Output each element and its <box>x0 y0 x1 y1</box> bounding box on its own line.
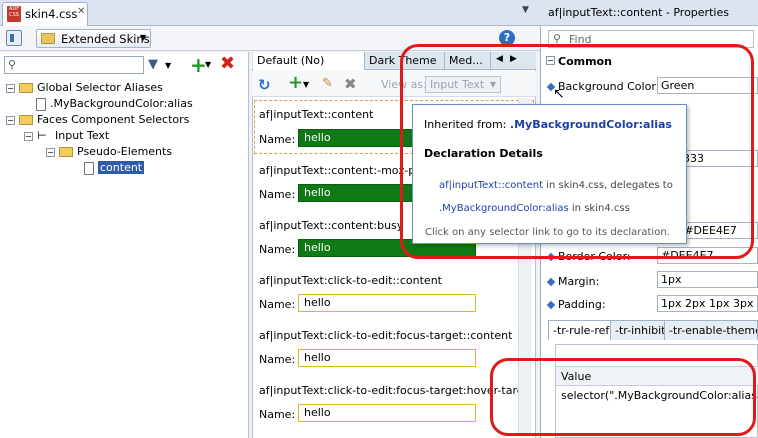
tab-list-dropdown-icon[interactable]: ▼ <box>522 5 529 15</box>
tree-item-label: .MyBackgroundColor:alias <box>50 97 193 110</box>
name-field-preview[interactable]: hello <box>298 349 476 367</box>
folder-icon <box>59 147 73 157</box>
ide-window: ADF CSS skin4.css ✕ ▼ Extended Skins ▼ ?… <box>0 0 758 438</box>
tree-item-global-selector-aliases[interactable]: − Global Selector Aliases <box>6 80 246 96</box>
filter-icon[interactable]: ▼ <box>148 57 158 72</box>
selector-label: af|inputText:click-to-edit::content <box>259 274 442 287</box>
extended-skins-dropdown[interactable]: Extended Skins ▼ <box>36 29 151 48</box>
tree-item-content[interactable]: content <box>6 160 246 176</box>
property-set-icon <box>546 277 556 287</box>
name-label: Name: <box>259 408 296 421</box>
margin-label: Margin: <box>546 275 599 288</box>
tree-item-label: content <box>98 161 145 174</box>
selector-search-input[interactable]: ⚲ <box>4 56 144 74</box>
name-label: Name: <box>259 188 296 201</box>
collapse-icon[interactable]: − <box>46 147 55 157</box>
delete-icon[interactable]: ✖ <box>220 53 235 74</box>
document-tab-label: skin4.css <box>25 7 78 21</box>
selector-tree: − Global Selector Aliases .MyBackgroundCo… <box>6 80 246 176</box>
tree-item-label: Pseudo-Elements <box>77 145 173 158</box>
name-field-preview[interactable]: hello <box>298 404 476 422</box>
tab-tr-inhibit[interactable]: -tr-inhibit <box>610 320 671 340</box>
edit-pencil-icon[interactable]: ✎ <box>322 76 333 91</box>
padding-field[interactable]: 1px 2px 1px 3px <box>657 295 758 312</box>
component-icon: ⊢ <box>37 129 47 142</box>
tab-default-theme[interactable]: Default (No) Theme <box>253 52 365 84</box>
collapse-icon[interactable]: − <box>6 115 15 125</box>
tab-tr-enable-themes[interactable]: -tr-enable-themes <box>664 320 758 340</box>
search-icon: ⚲ <box>8 58 17 71</box>
chevron-down-icon: ▼ <box>140 33 147 42</box>
add-dropdown-icon[interactable]: ▼ <box>205 60 211 69</box>
name-label: Name: <box>259 243 296 256</box>
tree-item-mybackgroundcolor-alias[interactable]: .MyBackgroundColor:alias <box>6 96 246 112</box>
file-icon <box>84 161 94 175</box>
selector-label: af|inputText:click-to-edit:focus-target:… <box>259 329 513 342</box>
document-tab[interactable]: ADF CSS skin4.css ✕ <box>2 2 88 26</box>
name-label: Name: <box>259 353 296 366</box>
tree-item-pseudo-elements[interactable]: − Pseudo-Elements <box>6 144 246 160</box>
highlight-oval <box>400 44 754 259</box>
folder-icon <box>41 33 55 44</box>
tab-tr-rule-ref[interactable]: -tr-rule-ref <box>548 320 615 340</box>
padding-label: Padding: <box>546 298 606 311</box>
name-label: Name: <box>259 133 296 146</box>
refresh-icon[interactable]: ↻ <box>258 76 271 94</box>
panel-layout-icon[interactable] <box>6 30 22 46</box>
close-tab-icon[interactable]: ✕ <box>77 6 85 17</box>
folder-icon <box>19 83 33 93</box>
property-set-icon <box>546 300 556 310</box>
tree-item-input-text[interactable]: − ⊢ Input Text <box>6 128 246 144</box>
properties-title: af|inputText::content - Properties <box>540 0 758 26</box>
collapse-icon[interactable]: − <box>24 131 33 141</box>
file-icon <box>36 97 46 111</box>
filter-dropdown-icon[interactable]: ▼ <box>165 61 171 70</box>
tree-item-label: Global Selector Aliases <box>37 81 163 94</box>
name-field-preview[interactable]: hello <box>298 294 476 312</box>
tree-item-label: Input Text <box>55 129 110 142</box>
highlight-oval <box>490 358 756 436</box>
delete-icon[interactable]: ✖ <box>344 75 357 93</box>
tree-item-label: Faces Component Selectors <box>37 113 190 126</box>
add-icon[interactable]: + <box>288 72 303 93</box>
margin-field[interactable]: 1px <box>657 271 758 288</box>
selector-label: af|inputText::content <box>259 108 374 121</box>
selector-label: af|inputText::content:busy <box>259 219 404 232</box>
name-label: Name: <box>259 298 296 311</box>
collapse-icon[interactable]: − <box>6 83 15 93</box>
extended-skins-label: Extended Skins <box>61 32 150 46</box>
adf-css-file-icon: ADF CSS <box>7 6 21 22</box>
tree-item-faces-component-selectors[interactable]: − Faces Component Selectors <box>6 112 246 128</box>
folder-icon <box>19 115 33 125</box>
add-dropdown-icon[interactable]: ▼ <box>303 80 309 89</box>
